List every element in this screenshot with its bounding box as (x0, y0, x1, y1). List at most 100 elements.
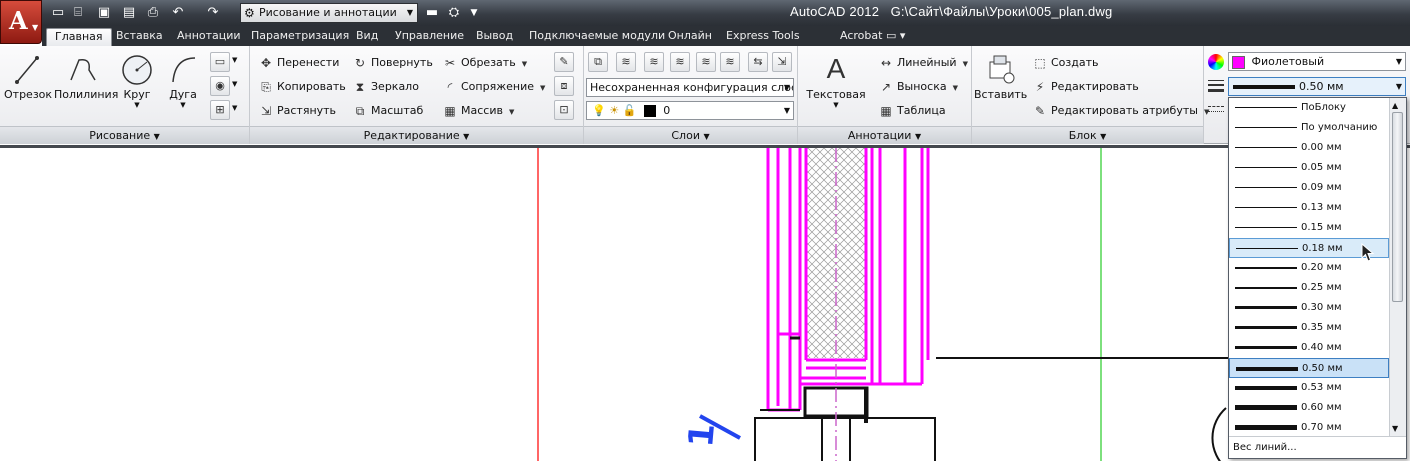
tab-view[interactable]: Вид (348, 28, 386, 46)
tab-plugins[interactable]: Подключаемые модули (521, 28, 673, 46)
color-swatch (1232, 55, 1245, 69)
open-folder-icon[interactable]: ⌸ (70, 5, 86, 21)
multiline-text-button[interactable]: A Текстовая ▼ (802, 50, 870, 109)
lineweight-option[interactable]: 0.25 мм (1229, 278, 1389, 298)
move-button[interactable]: ✥ Перенести (258, 53, 339, 73)
tab-parametric[interactable]: Параметризация (243, 28, 357, 46)
boundary-icon[interactable]: ⊞ (210, 100, 230, 120)
match-properties-icon[interactable]: ⛭ (446, 5, 462, 21)
edit-block-button[interactable]: ⚡ Редактировать (1032, 77, 1139, 97)
lineweight-option[interactable]: 0.40 мм (1229, 338, 1389, 358)
chevron-down-icon[interactable]: ▼ (232, 56, 237, 64)
undo-icon[interactable]: ↶ (170, 5, 186, 21)
tab-annotate[interactable]: Аннотации (169, 28, 249, 46)
lineweight-option[interactable]: 0.30 мм (1229, 298, 1389, 318)
layer-walk-icon[interactable]: ⇆ (748, 52, 768, 72)
explode-icon[interactable]: ⧈ (554, 76, 574, 96)
color-select[interactable]: Фиолетовый ▼ (1228, 52, 1406, 71)
layer-properties-icon[interactable]: ⧉ (588, 52, 608, 72)
lineweight-option[interactable]: ПоБлоку (1229, 98, 1389, 118)
lineweight-option[interactable]: 0.53 мм (1229, 378, 1389, 398)
layer-select[interactable]: 💡 ☀ 🔓 0 ▼ (586, 101, 794, 120)
lineweight-dropdown-list[interactable]: ПоБлоку По умолчанию 0.00 мм 0.05 мм 0.09 мм… (1228, 97, 1407, 459)
lineweight-sample (1235, 386, 1297, 390)
tab-manage[interactable]: Управление (387, 28, 472, 46)
annotation-panel-title[interactable]: Аннотации ▼ (798, 126, 971, 144)
polyline-tool-button[interactable]: Полилиния (54, 52, 119, 101)
lineweight-option[interactable]: 0.70 мм (1229, 418, 1389, 438)
polyline-tool-label: Полилиния (54, 88, 119, 101)
tab-insert[interactable]: Вставка (108, 28, 171, 46)
linear-dimension-button[interactable]: ↔ Линейный ▼ (878, 53, 968, 73)
mirror-button[interactable]: ⧗ Зеркало (352, 77, 419, 97)
layer-match-icon[interactable]: ⇲ (772, 52, 792, 72)
layer-lock-icon[interactable]: ≋ (720, 52, 740, 72)
offset-icon[interactable]: ⊡ (554, 100, 574, 120)
line-tool-button[interactable]: Отрезок (4, 52, 52, 101)
lineweight-icon[interactable] (1208, 78, 1224, 94)
layer-freeze-icon[interactable]: ≋ (696, 52, 716, 72)
dropdown-scrollbar[interactable]: ▲ ▼ (1389, 98, 1406, 436)
rectangle-icon[interactable]: ▭ (210, 52, 230, 72)
linetype-icon[interactable] (1208, 102, 1224, 118)
layer-state-select[interactable]: Несохраненная конфигурация слоев ▼ (586, 78, 794, 97)
arc-tool-button[interactable]: Дуга ▼ (162, 52, 204, 109)
scale-button[interactable]: ⧉ Масштаб (352, 101, 424, 121)
scroll-down-icon[interactable]: ▼ (1392, 424, 1398, 433)
lineweight-option[interactable]: 0.09 мм (1229, 178, 1389, 198)
lineweight-option[interactable]: 0.13 мм (1229, 198, 1389, 218)
drawing-canvas[interactable]: 1 (0, 145, 1410, 461)
hatch-icon[interactable]: ◉ (210, 76, 230, 96)
lineweight-option[interactable]: 0.60 мм (1229, 398, 1389, 418)
new-file-icon[interactable]: ▭ (50, 5, 66, 21)
lineweight-option[interactable]: По умолчанию (1229, 118, 1389, 138)
array-button[interactable]: ▦ Массив ▼ (442, 101, 514, 121)
layer-isolate-icon[interactable]: ≋ (670, 52, 690, 72)
lineweight-option[interactable]: 0.05 мм (1229, 158, 1389, 178)
lightbulb-icon: 💡 (592, 104, 606, 117)
leader-button[interactable]: ↗ Выноска ▼ (878, 77, 958, 97)
layers-panel-title[interactable]: Слои ▼ (584, 126, 797, 144)
lineweight-option[interactable]: 0.15 мм (1229, 218, 1389, 238)
layer-off-icon[interactable]: ≋ (644, 52, 664, 72)
circle-tool-button[interactable]: Круг ▼ (116, 52, 158, 109)
copy-button[interactable]: ⎘ Копировать (258, 77, 346, 97)
lineweight-select[interactable]: 0.50 мм ▼ (1228, 77, 1406, 96)
trim-button[interactable]: ✂ Обрезать ▼ (442, 53, 527, 73)
tab-online[interactable]: Онлайн (660, 28, 720, 46)
lineweight-option[interactable]: 0.35 мм (1229, 318, 1389, 338)
table-button[interactable]: ▦ Таблица (878, 101, 945, 121)
fillet-button[interactable]: ◜ Сопряжение ▼ (442, 77, 546, 97)
scrollbar-thumb[interactable] (1392, 112, 1403, 302)
color-wheel-icon[interactable] (1208, 54, 1224, 70)
stretch-button[interactable]: ⇲ Растянуть (258, 101, 336, 121)
tab-express-tools[interactable]: Express Tools (718, 28, 808, 46)
workspace-select[interactable]: ⚙ Рисование и аннотации ▼ (240, 3, 418, 23)
layer-states-icon[interactable]: ≋ (616, 52, 636, 72)
lineweight-option[interactable]: 0.00 мм (1229, 138, 1389, 158)
application-menu-button[interactable]: A ▼ (0, 0, 42, 44)
create-block-button[interactable]: ⬚ Создать (1032, 53, 1098, 73)
draw-panel-label: Рисование (89, 129, 151, 142)
lineweight-settings-link[interactable]: Вес линий... (1229, 436, 1406, 458)
chevron-down-icon[interactable]: ▼ (232, 80, 237, 88)
insert-block-button[interactable]: Вставить (974, 52, 1027, 101)
ribbon-toggle-icon[interactable]: ▭ ▾ (878, 28, 913, 46)
draw-panel-title[interactable]: Рисование ▼ (0, 126, 249, 144)
qat-menu-icon[interactable]: ▼ (466, 5, 482, 21)
lineweight-option[interactable]: 0.50 мм (1229, 358, 1389, 378)
modify-panel-title[interactable]: Редактирование ▼ (250, 126, 583, 144)
chevron-down-icon[interactable]: ▼ (232, 104, 237, 112)
scroll-up-icon[interactable]: ▲ (1392, 101, 1398, 110)
rotate-button[interactable]: ↻ Повернуть (352, 53, 433, 73)
save-icon[interactable]: ▣ (96, 5, 112, 21)
print-icon[interactable]: ⎙ (145, 5, 161, 21)
erase-icon[interactable]: ✎ (554, 52, 574, 72)
measure-icon[interactable]: ▬ (424, 5, 440, 21)
save-as-icon[interactable]: ▤ (121, 5, 137, 21)
edit-attributes-button[interactable]: ✎ Редактировать атрибуты ▼ (1032, 101, 1209, 121)
block-panel-title[interactable]: Блок ▼ (972, 126, 1203, 144)
tab-home[interactable]: Главная (46, 28, 112, 46)
tab-output[interactable]: Вывод (468, 28, 521, 46)
redo-icon[interactable]: ↷ (205, 5, 221, 21)
